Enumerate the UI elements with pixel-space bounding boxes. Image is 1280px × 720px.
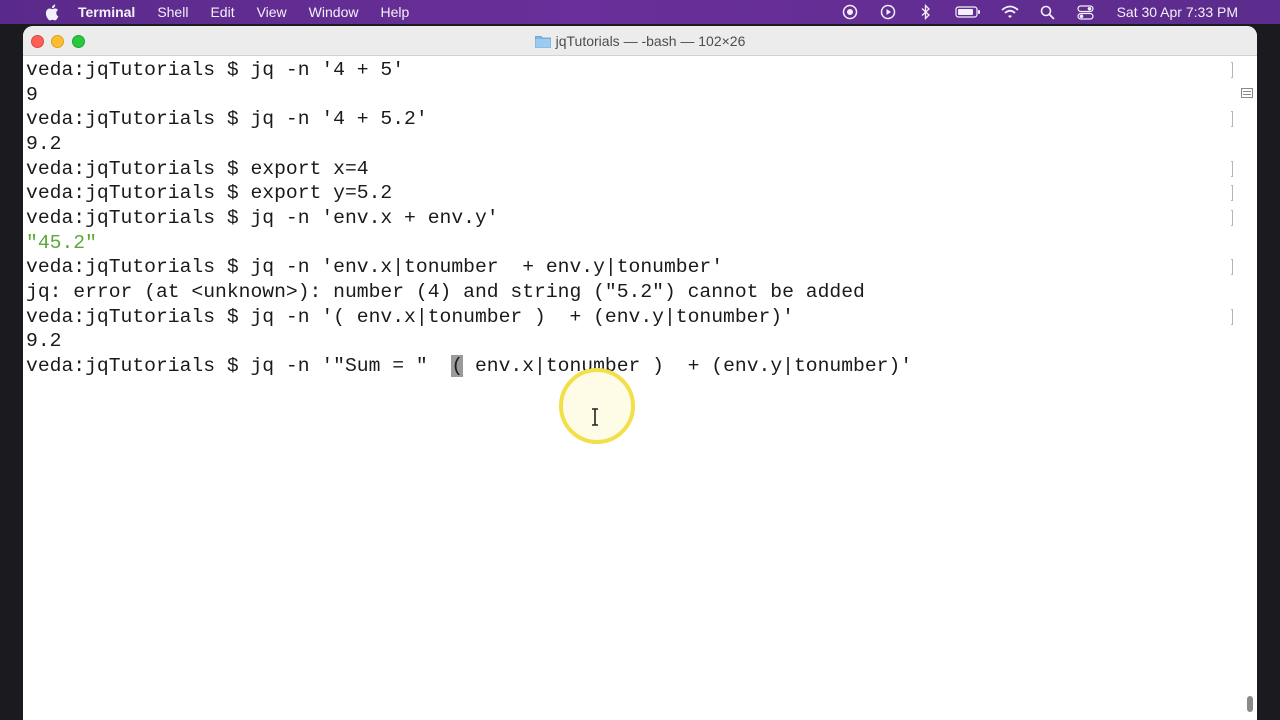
terminal-line: veda:jqTutorials $ jq -n 'env.x + env.y' xyxy=(26,207,499,229)
wifi-icon[interactable] xyxy=(1001,3,1019,21)
mark-bracket xyxy=(1231,161,1233,177)
mark-bracket xyxy=(1231,210,1233,226)
terminal-line: 9 xyxy=(26,84,38,106)
vertical-scrollbar[interactable] xyxy=(1247,696,1253,712)
screen-record-icon[interactable] xyxy=(841,3,859,21)
menu-bar: Terminal Shell Edit View Window Help Sat… xyxy=(0,0,1280,24)
cursor-highlight-ring xyxy=(559,368,635,444)
terminal-output[interactable]: veda:jqTutorials $ jq -n '4 + 5' 9 veda:… xyxy=(23,56,1257,720)
terminal-error-line: jq: error (at <unknown>): number (4) and… xyxy=(26,281,865,303)
menubar-clock[interactable]: Sat 30 Apr 7:33 PM xyxy=(1117,4,1238,20)
menu-window[interactable]: Window xyxy=(309,4,359,20)
terminal-line: veda:jqTutorials $ export y=5.2 xyxy=(26,182,393,204)
terminal-line: veda:jqTutorials $ jq -n 'env.x|tonumber… xyxy=(26,256,724,278)
menu-shell[interactable]: Shell xyxy=(157,4,188,20)
menu-help[interactable]: Help xyxy=(380,4,409,20)
mark-bracket xyxy=(1231,309,1233,325)
play-icon[interactable] xyxy=(879,3,897,21)
battery-icon[interactable] xyxy=(954,3,981,21)
apple-logo-icon[interactable] xyxy=(42,3,60,21)
prompt-text-before: veda:jqTutorials $ jq -n '"Sum = " xyxy=(26,355,452,377)
mark-bracket xyxy=(1231,259,1233,275)
window-title: jqTutorials — -bash — 102×26 xyxy=(555,33,746,49)
terminal-line: 9.2 xyxy=(26,133,62,155)
terminal-line: veda:jqTutorials $ jq -n '4 + 5' xyxy=(26,59,405,81)
current-prompt-line[interactable]: veda:jqTutorials $ jq -n '"Sum = " ( env… xyxy=(26,354,912,378)
mark-bracket xyxy=(1231,111,1233,127)
text-cursor-icon xyxy=(592,408,598,426)
menu-view[interactable]: View xyxy=(257,4,287,20)
spotlight-search-icon[interactable] xyxy=(1039,3,1057,21)
menu-terminal[interactable]: Terminal xyxy=(78,4,135,20)
terminal-window: jqTutorials — -bash — 102×26 veda:jqTuto… xyxy=(23,26,1257,720)
prompt-text-after: env.x|tonumber ) + (env.y|tonumber)' xyxy=(463,355,913,377)
terminal-string-output: "45.2" xyxy=(26,232,97,254)
split-pane-icon[interactable] xyxy=(1241,88,1253,98)
menu-edit[interactable]: Edit xyxy=(210,4,234,20)
status-area: Sat 30 Apr 7:33 PM xyxy=(821,0,1280,24)
terminal-line: veda:jqTutorials $ jq -n '4 + 5.2' xyxy=(26,108,428,130)
folder-icon xyxy=(534,35,551,48)
mark-bracket xyxy=(1231,62,1233,78)
terminal-line: veda:jqTutorials $ jq -n '( env.x|tonumb… xyxy=(26,306,794,328)
terminal-line: veda:jqTutorials $ export x=4 xyxy=(26,158,369,180)
title-bar[interactable]: jqTutorials — -bash — 102×26 xyxy=(23,26,1257,56)
window-title-area: jqTutorials — -bash — 102×26 xyxy=(23,26,1257,56)
bluetooth-icon[interactable] xyxy=(917,3,935,21)
mark-bracket xyxy=(1231,185,1233,201)
terminal-line: 9.2 xyxy=(26,330,62,352)
text-selection[interactable]: ( xyxy=(451,355,464,377)
control-center-icon[interactable] xyxy=(1077,3,1095,21)
